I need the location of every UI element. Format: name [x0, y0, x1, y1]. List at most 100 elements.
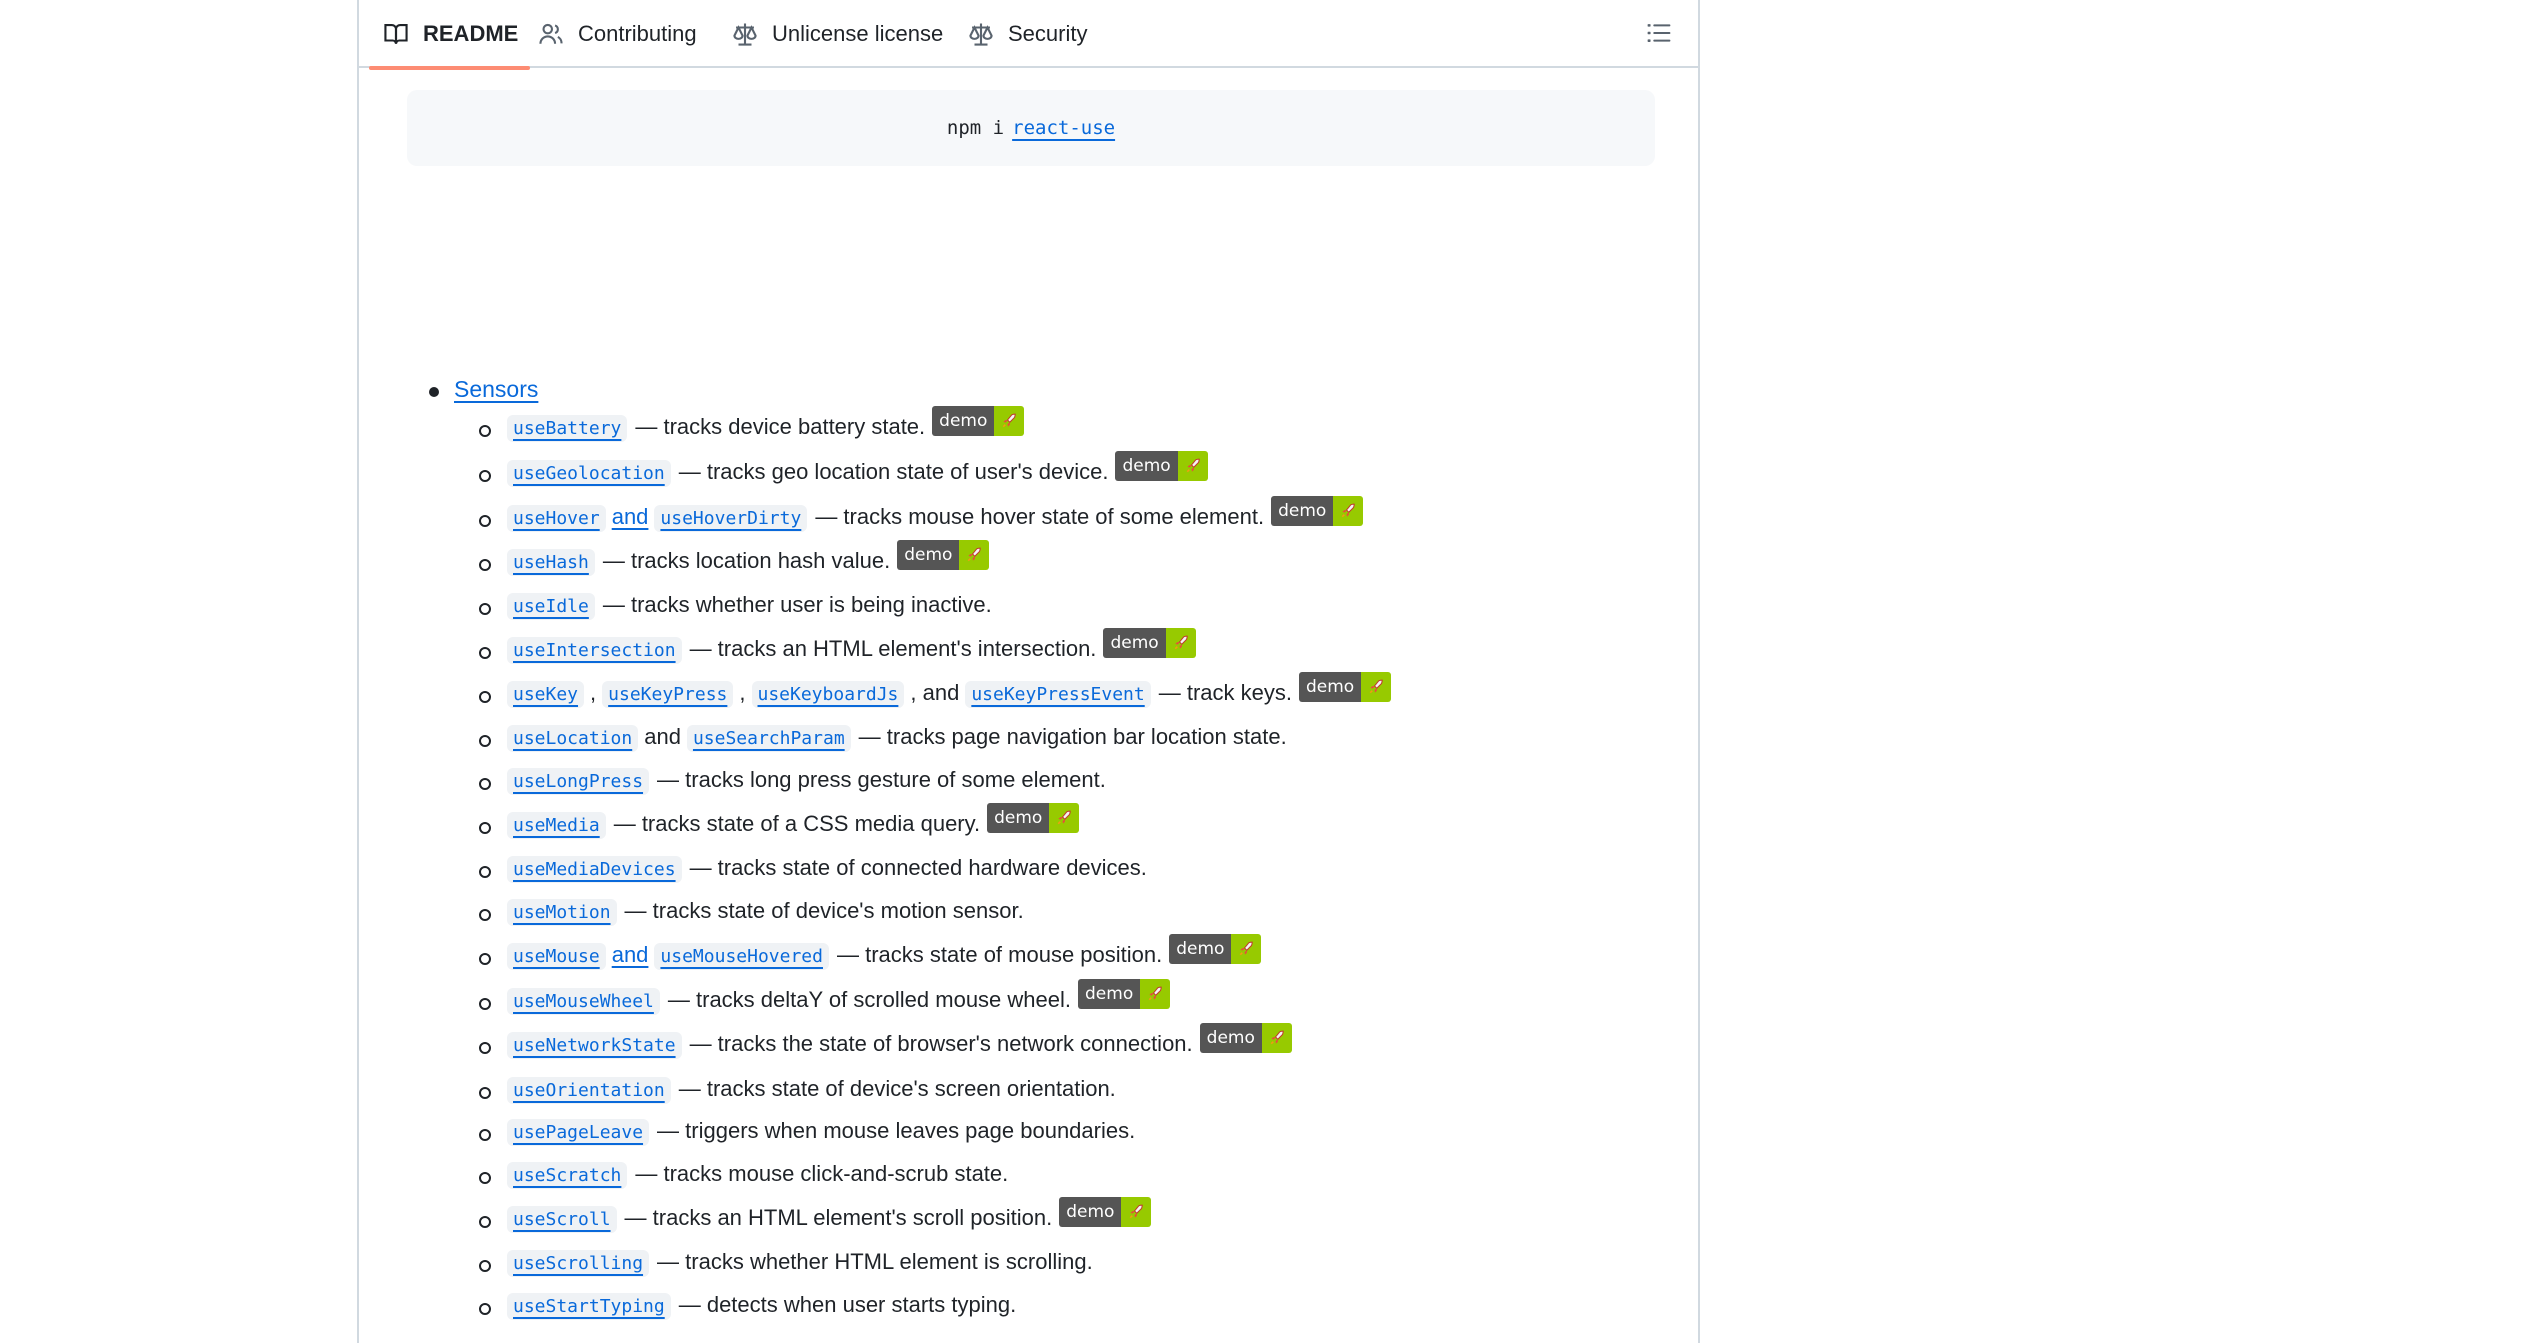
hook-name-link[interactable]: useMotion	[507, 899, 617, 926]
hook-line: useIdle — tracks whether user is being in…	[507, 592, 992, 620]
rocket-icon	[1231, 934, 1262, 964]
hook-name-link[interactable]: useIntersection	[507, 637, 682, 664]
hook-description: — tracks deltaY of scrolled mouse wheel.	[667, 987, 1072, 1012]
list-bullet	[479, 953, 491, 965]
hook-description: — tracks state of mouse position.	[836, 942, 1163, 967]
hook-name-link[interactable]: useMouse	[507, 943, 606, 970]
hook-name-link[interactable]: useHash	[507, 549, 595, 576]
tab-label: README	[423, 21, 519, 46]
readme-panel: README Contributing Unlicense license Se…	[357, 0, 1700, 1343]
list-bullet	[479, 998, 491, 1010]
hook-name-link[interactable]: useMouseHovered	[654, 943, 829, 970]
rocket-icon	[1121, 1197, 1152, 1227]
hook-line: useNetworkState — tracks the state of bro…	[507, 1023, 1292, 1061]
hook-name-link[interactable]: useLongPress	[507, 768, 650, 795]
demo-badge[interactable]: demo	[932, 406, 1025, 436]
hook-description: — tracks whether user is being inactive.	[602, 592, 992, 617]
hook-separator[interactable]: and	[612, 942, 649, 968]
hook-name-link[interactable]: useSearchParam	[686, 725, 851, 752]
demo-badge[interactable]: demo	[1271, 496, 1364, 526]
demo-badge[interactable]: demo	[1059, 1197, 1152, 1227]
rocket-icon	[1049, 803, 1080, 833]
demo-badge[interactable]: demo	[1078, 979, 1171, 1009]
list-bullet	[479, 603, 491, 615]
demo-badge[interactable]: demo	[1199, 1023, 1292, 1053]
list-bullet	[479, 647, 491, 659]
hook-description: — triggers when mouse leaves page bounda…	[657, 1118, 1136, 1143]
rocket-icon	[1361, 672, 1392, 702]
hook-name-link[interactable]: useGeolocation	[507, 460, 671, 487]
hook-name-link[interactable]: useScrolling	[507, 1250, 650, 1277]
demo-badge[interactable]: demo	[987, 803, 1080, 833]
tab-label: Security	[1008, 21, 1088, 46]
hook-name-link[interactable]: usePageLeave	[507, 1119, 650, 1146]
list-bullet	[479, 515, 491, 527]
hook-line: useGeolocation — tracks geo location stat…	[507, 451, 1208, 489]
hook-name-link[interactable]: useKeyboardJs	[751, 681, 905, 708]
hook-name-link[interactable]: useMediaDevices	[507, 856, 682, 883]
hook-name-link[interactable]: useKeyPressEvent	[965, 681, 1151, 708]
hook-name-link[interactable]: useLocation	[507, 725, 639, 752]
hook-name-link[interactable]: useKey	[507, 681, 585, 708]
tab-security[interactable]: Security	[968, 0, 1087, 68]
list-bullet	[479, 735, 491, 747]
tab-license[interactable]: Unlicense license	[732, 0, 943, 68]
list-bullet	[479, 559, 491, 571]
demo-badge[interactable]: demo	[897, 540, 990, 570]
list-bullet	[479, 1260, 491, 1272]
hook-description: — tracks page navigation bar location st…	[858, 724, 1287, 749]
people-icon	[538, 21, 564, 47]
hook-name-link[interactable]: useStartTyping	[507, 1293, 671, 1320]
hook-name-link[interactable]: useScratch	[507, 1162, 628, 1189]
hook-separator: ,	[739, 680, 746, 705]
hook-line: useScrolling — tracks whether HTML elemen…	[507, 1249, 1093, 1277]
list-bullet	[479, 778, 491, 790]
hook-name-link[interactable]: useBattery	[507, 415, 628, 442]
hook-name-link[interactable]: useHoverDirty	[654, 505, 808, 532]
demo-badge-label: demo	[932, 406, 995, 436]
hook-name-link[interactable]: useHover	[507, 505, 606, 532]
hook-description: — tracks mouse click-and-scrub state.	[635, 1161, 1009, 1186]
list-bullet	[479, 425, 491, 437]
tab-readme[interactable]: README	[368, 0, 531, 70]
list-bullet	[479, 1303, 491, 1315]
hook-line: useHover and useHoverDirty — tracks mouse h…	[507, 496, 1364, 534]
tab-label: Contributing	[578, 21, 697, 46]
hook-name-link[interactable]: useNetworkState	[507, 1032, 682, 1059]
list-bullet	[479, 1216, 491, 1228]
rocket-icon	[1177, 451, 1208, 481]
demo-badge-label: demo	[1199, 1023, 1262, 1053]
demo-badge-label: demo	[1271, 496, 1334, 526]
hook-description: — tracks an HTML element's scroll positi…	[624, 1205, 1053, 1230]
rocket-icon	[994, 406, 1025, 436]
hook-name-link[interactable]: useOrientation	[507, 1077, 671, 1104]
demo-badge[interactable]: demo	[1298, 672, 1392, 702]
demo-badge[interactable]: demo	[1103, 628, 1196, 658]
hook-name-link[interactable]: useKeyPress	[602, 681, 734, 708]
hook-name-link[interactable]: useScroll	[507, 1206, 617, 1233]
demo-badge[interactable]: demo	[1115, 451, 1208, 481]
tab-label: Unlicense license	[772, 21, 944, 46]
hook-line: usePageLeave — triggers when mouse leaves…	[507, 1118, 1135, 1146]
hook-line: useScratch — tracks mouse click-and-scrub…	[507, 1161, 1008, 1189]
list-bullet	[479, 470, 491, 482]
package-link[interactable]: react-use	[1012, 117, 1115, 139]
hook-name-link[interactable]: useMedia	[507, 812, 606, 839]
list-bullet	[429, 387, 439, 397]
install-command: npm i react-use	[407, 117, 1655, 139]
hook-line: useMedia — tracks state of a CSS media qu…	[507, 803, 1080, 841]
hook-separator: and	[644, 724, 681, 749]
list-bullet	[479, 1087, 491, 1099]
hook-description: — tracks device battery state.	[635, 414, 926, 439]
hook-name-link[interactable]: useMouseWheel	[507, 988, 660, 1015]
hook-line: useMediaDevices — tracks state of connect…	[507, 855, 1147, 883]
rocket-icon	[1333, 496, 1364, 526]
tab-contributing[interactable]: Contributing	[538, 0, 697, 68]
hook-separator[interactable]: and	[612, 504, 649, 530]
list-unordered-icon[interactable]	[1646, 20, 1672, 46]
hook-line: useMouseWheel — tracks deltaY of scrolled…	[507, 979, 1171, 1017]
list-bullet	[479, 1042, 491, 1054]
sensors-section-link[interactable]: Sensors	[454, 376, 538, 403]
hook-name-link[interactable]: useIdle	[507, 593, 595, 620]
demo-badge[interactable]: demo	[1169, 934, 1262, 964]
